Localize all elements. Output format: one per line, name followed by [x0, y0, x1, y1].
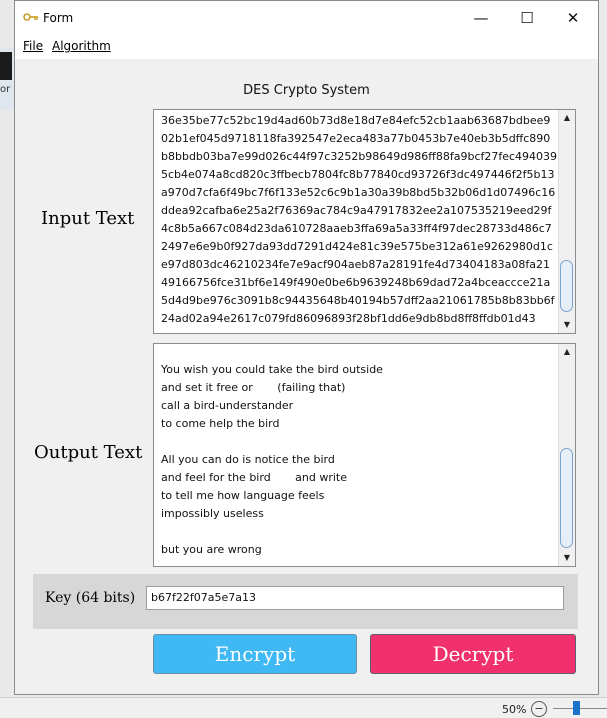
title-bar: Form — ☐ ✕ [15, 1, 598, 35]
key-label: Key (64 bits) [45, 590, 136, 606]
output-text-line: impossibly useless [161, 507, 264, 520]
input-textarea[interactable]: 36e35be77c52bc19d4ad60b73d8e18d7e84efc52… [153, 109, 576, 334]
output-text-content: You wish you could take the bird outside… [161, 361, 555, 559]
output-textarea[interactable]: You wish you could take the bird outside… [153, 343, 576, 567]
input-scroll-thumb[interactable] [560, 260, 573, 312]
input-text-line: e97d803dc46210234fe7e9acf904aeb87a28191f… [161, 258, 551, 271]
background-app-text: or [0, 84, 11, 95]
scroll-down-icon[interactable]: ▼ [559, 550, 575, 566]
input-text-line: 2497e6e9b0f927da93dd7291d424e81c39e575be… [161, 240, 553, 253]
maximize-button[interactable]: ☐ [504, 1, 550, 35]
input-scrollbar[interactable]: ▲ ▼ [558, 110, 575, 333]
output-text-line: You wish you could take the bird outside [161, 363, 383, 376]
page-title: DES Crypto System [243, 83, 370, 98]
zoom-slider-thumb[interactable] [573, 701, 580, 715]
decrypt-button[interactable]: Decrypt [370, 634, 576, 674]
input-text-line: a970d7cfa6f49bc7f6f133e52c6c9b1a30a39b8b… [161, 186, 556, 199]
window-title: Form [43, 11, 74, 25]
menu-bar: File Algorithm [15, 35, 598, 60]
input-text-line: 4c8b5a667c084d23da610728aaeb3ffa69a5a33f… [161, 222, 552, 235]
input-text-line: ddea92cafba6e25a2f76369ac784c9a47917832e… [161, 204, 552, 217]
key-app-icon [23, 13, 38, 21]
output-text-line [161, 433, 555, 451]
input-text-line: b8bbdb03ba7e99d026c44f97c3252b98649d986f… [161, 150, 558, 163]
output-text-line: and feel for the bird and write [161, 471, 347, 484]
zoom-level: 50% [502, 703, 527, 716]
background-status-bar: 50% − [0, 697, 607, 718]
input-text-line: 24ad02a94e2617c079fd86096893f28bf1dd6e9d… [161, 312, 536, 325]
output-text-line: to tell me how language feels [161, 489, 325, 502]
minimize-button[interactable]: — [458, 1, 504, 35]
output-text-line: and set it free or (failing that) [161, 381, 346, 394]
output-text-line: to come help the bird [161, 417, 280, 430]
output-text-line: call a bird-understander [161, 399, 294, 412]
input-text-line: 49166756fce31bf6e149f490e0be6b9639248b69… [161, 276, 551, 289]
zoom-out-icon[interactable]: − [531, 701, 547, 717]
output-text-label: Output Text [34, 442, 143, 463]
close-button[interactable]: ✕ [550, 1, 596, 35]
zoom-slider-track[interactable] [553, 708, 607, 709]
output-scroll-thumb[interactable] [560, 448, 573, 548]
menu-file[interactable]: File [23, 39, 43, 53]
input-text-line: 5cb4e074a8cd820c3ffbecb7804fc8b77840cd93… [161, 168, 555, 181]
output-scrollbar[interactable]: ▲ ▼ [558, 344, 575, 566]
menu-algorithm[interactable]: Algorithm [52, 39, 111, 53]
output-text-line [161, 523, 555, 541]
scroll-up-icon[interactable]: ▲ [559, 344, 575, 360]
output-text-line: but you are wrong [161, 543, 262, 556]
key-panel: Key (64 bits) b67f22f07a5e7a13 [33, 574, 578, 629]
encrypt-button[interactable]: Encrypt [153, 634, 357, 674]
scroll-up-icon[interactable]: ▲ [559, 110, 575, 126]
key-input[interactable]: b67f22f07a5e7a13 [146, 586, 564, 610]
output-text-line: All you can do is notice the bird [161, 453, 335, 466]
input-text-line: 02b1ef045d9718118fa392547e2eca483a77b045… [161, 132, 551, 145]
input-text-line: 36e35be77c52bc19d4ad60b73d8e18d7e84efc52… [161, 114, 551, 127]
input-text-line: 5d4d9be976c3091b8c94435648b40194b57dff2a… [161, 294, 555, 307]
input-text-label: Input Text [41, 208, 135, 229]
menu-file-label: File [23, 39, 44, 53]
scroll-down-icon[interactable]: ▼ [559, 317, 575, 333]
form-window: Form — ☐ ✕ File Algorithm DES Crypto Sys… [14, 0, 599, 695]
background-app-fragment: or [0, 48, 14, 110]
input-text-content: 36e35be77c52bc19d4ad60b73d8e18d7e84efc52… [161, 112, 558, 328]
menu-algorithm-label: Algorithm [52, 39, 111, 53]
